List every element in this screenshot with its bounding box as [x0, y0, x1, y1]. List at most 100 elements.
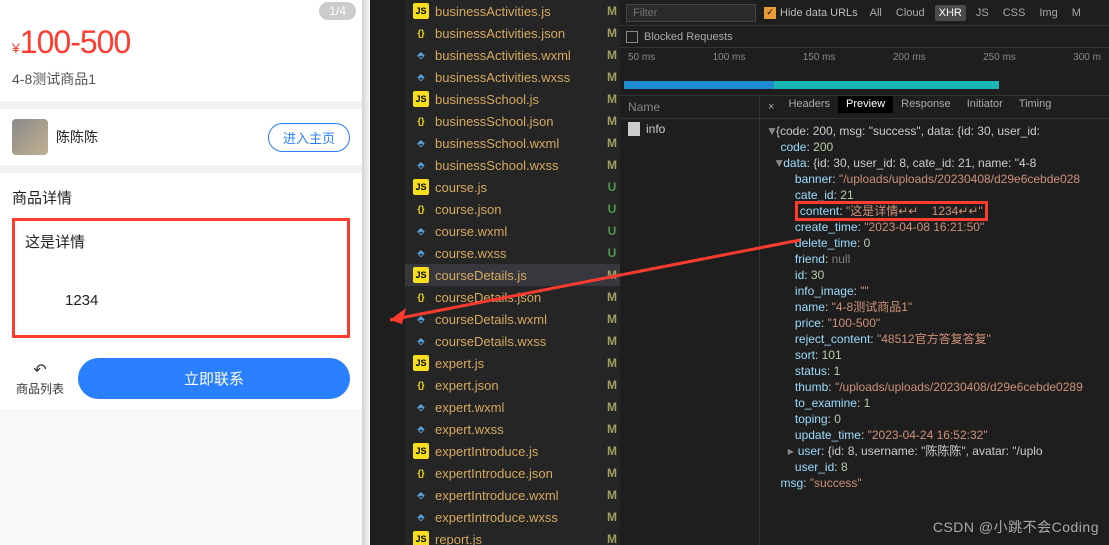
filter-tab-m[interactable]: M	[1068, 5, 1085, 21]
wxml-file-icon: ⬘	[413, 223, 429, 239]
file-item[interactable]: ⬘businessSchool.wxssM	[405, 154, 620, 176]
back-to-list-button[interactable]: ↶ 商品列表	[12, 360, 68, 397]
file-item[interactable]: ⬘course.wxssU	[405, 242, 620, 264]
detail-tab-response[interactable]: Response	[893, 96, 959, 113]
checkbox-empty-icon[interactable]	[626, 31, 638, 43]
wxss-file-icon: ⬘	[413, 245, 429, 261]
file-item[interactable]: JSreport.jsM	[405, 528, 620, 545]
file-status: U	[604, 246, 620, 260]
file-name: courseDetails.json	[435, 290, 604, 305]
mobile-screen: 1/4 ¥100-500 4-8测试商品1 陈陈陈 进入主页 商品详情 这是详情…	[0, 0, 362, 409]
detail-tabs: × HeadersPreviewResponseInitiatorTiming	[760, 96, 1109, 119]
file-item[interactable]: JScourseDetails.jsM	[405, 264, 620, 286]
response-preview[interactable]: ▼{code: 200, msg: "success", data: {id: …	[760, 119, 1109, 545]
file-status: M	[604, 92, 620, 106]
file-item[interactable]: ⬘expertIntroduce.wxmlM	[405, 484, 620, 506]
file-name: businessSchool.wxss	[435, 158, 604, 173]
file-name: courseDetails.wxml	[435, 312, 604, 327]
filter-tab-xhr[interactable]: XHR	[935, 5, 966, 21]
filter-tab-css[interactable]: CSS	[999, 5, 1030, 21]
request-detail-column: × HeadersPreviewResponseInitiatorTiming …	[760, 96, 1109, 545]
js-file-icon: JS	[413, 3, 429, 19]
file-name: businessActivities.wxml	[435, 48, 604, 63]
file-status: M	[604, 532, 620, 545]
file-name: expert.wxml	[435, 400, 604, 415]
file-item[interactable]: JScourse.jsU	[405, 176, 620, 198]
file-status: M	[604, 466, 620, 480]
network-toolbar: ✓ Hide data URLs All Cloud XHR JS CSS Img M	[620, 0, 1109, 26]
file-item[interactable]: {}expertIntroduce.jsonM	[405, 462, 620, 484]
file-item[interactable]: ⬘courseDetails.wxssM	[405, 330, 620, 352]
file-status: M	[604, 400, 620, 414]
filter-tab-all[interactable]: All	[866, 5, 886, 21]
file-explorer[interactable]: JSbusinessActivities.jsM{}businessActivi…	[405, 0, 620, 545]
file-item[interactable]: JSbusinessActivities.jsM	[405, 0, 620, 22]
hide-data-urls-checkbox[interactable]: ✓ Hide data URLs	[764, 7, 858, 19]
file-item[interactable]: JSbusinessSchool.jsM	[405, 88, 620, 110]
file-item[interactable]: {}businessSchool.jsonM	[405, 110, 620, 132]
file-status: M	[604, 268, 620, 282]
file-name: expertIntroduce.wxss	[435, 510, 604, 525]
name-column-header[interactable]: Name	[620, 96, 759, 119]
js-file-icon: JS	[413, 91, 429, 107]
avatar[interactable]	[12, 119, 48, 155]
file-item[interactable]: {}course.jsonU	[405, 198, 620, 220]
request-name: info	[646, 122, 665, 136]
json-file-icon: {}	[413, 25, 429, 41]
contact-button[interactable]: 立即联系	[78, 358, 350, 399]
file-status: M	[604, 4, 620, 18]
file-item[interactable]: ⬘courseDetails.wxmlM	[405, 308, 620, 330]
file-status: M	[604, 290, 620, 304]
file-item[interactable]: ⬘expertIntroduce.wxssM	[405, 506, 620, 528]
timeline-tick: 200 ms	[893, 52, 926, 63]
file-status: U	[604, 202, 620, 216]
separator	[0, 101, 362, 109]
filter-input[interactable]	[626, 4, 756, 22]
file-status: M	[604, 48, 620, 62]
timeline-bar	[624, 81, 999, 89]
file-name: course.wxml	[435, 224, 604, 239]
filter-tab-cloud[interactable]: Cloud	[892, 5, 929, 21]
detail-tab-preview[interactable]: Preview	[838, 96, 893, 113]
document-icon	[628, 122, 640, 136]
file-item[interactable]: ⬘businessActivities.wxmlM	[405, 44, 620, 66]
back-label: 商品列表	[16, 380, 64, 397]
close-icon[interactable]: ×	[764, 98, 778, 116]
file-name: report.js	[435, 532, 604, 545]
file-item[interactable]: {}expert.jsonM	[405, 374, 620, 396]
blocked-requests-label: Blocked Requests	[644, 31, 733, 43]
detail-text-1: 这是详情	[25, 231, 337, 252]
filter-tab-js[interactable]: JS	[972, 5, 993, 21]
detail-tab-headers[interactable]: Headers	[780, 96, 838, 113]
file-item[interactable]: {}businessActivities.jsonM	[405, 22, 620, 44]
js-file-icon: JS	[413, 179, 429, 195]
file-item[interactable]: {}courseDetails.jsonM	[405, 286, 620, 308]
checkbox-checked-icon: ✓	[764, 7, 776, 19]
detail-content-box: 这是详情 1234	[12, 218, 350, 338]
file-item[interactable]: JSexpert.jsM	[405, 352, 620, 374]
file-item[interactable]: JSexpertIntroduce.jsM	[405, 440, 620, 462]
json-file-icon: {}	[413, 113, 429, 129]
wxss-file-icon: ⬘	[413, 157, 429, 173]
seller-name: 陈陈陈	[56, 127, 268, 147]
filter-tab-img[interactable]: Img	[1035, 5, 1061, 21]
timeline-tick: 150 ms	[803, 52, 836, 63]
file-item[interactable]: ⬘expert.wxmlM	[405, 396, 620, 418]
wxml-file-icon: ⬘	[413, 487, 429, 503]
detail-tab-timing[interactable]: Timing	[1011, 96, 1060, 113]
file-item[interactable]: ⬘businessActivities.wxssM	[405, 66, 620, 88]
json-file-icon: {}	[413, 377, 429, 393]
currency-symbol: ¥	[12, 40, 20, 56]
devtools-panel: ✓ Hide data URLs All Cloud XHR JS CSS Img M Bl…	[620, 0, 1109, 545]
file-item[interactable]: ⬘expert.wxssM	[405, 418, 620, 440]
network-timeline[interactable]: 50 ms100 ms150 ms200 ms250 ms300 m	[620, 48, 1109, 96]
price-value: 100-500	[20, 24, 130, 60]
file-item[interactable]: ⬘businessSchool.wxmlM	[405, 132, 620, 154]
file-name: businessActivities.wxss	[435, 70, 604, 85]
watermark: CSDN @小跳不会Coding	[933, 517, 1099, 537]
file-item[interactable]: ⬘course.wxmlU	[405, 220, 620, 242]
enter-homepage-button[interactable]: 进入主页	[268, 123, 350, 152]
file-name: courseDetails.wxss	[435, 334, 604, 349]
request-row[interactable]: info	[620, 119, 759, 139]
detail-tab-initiator[interactable]: Initiator	[959, 96, 1011, 113]
